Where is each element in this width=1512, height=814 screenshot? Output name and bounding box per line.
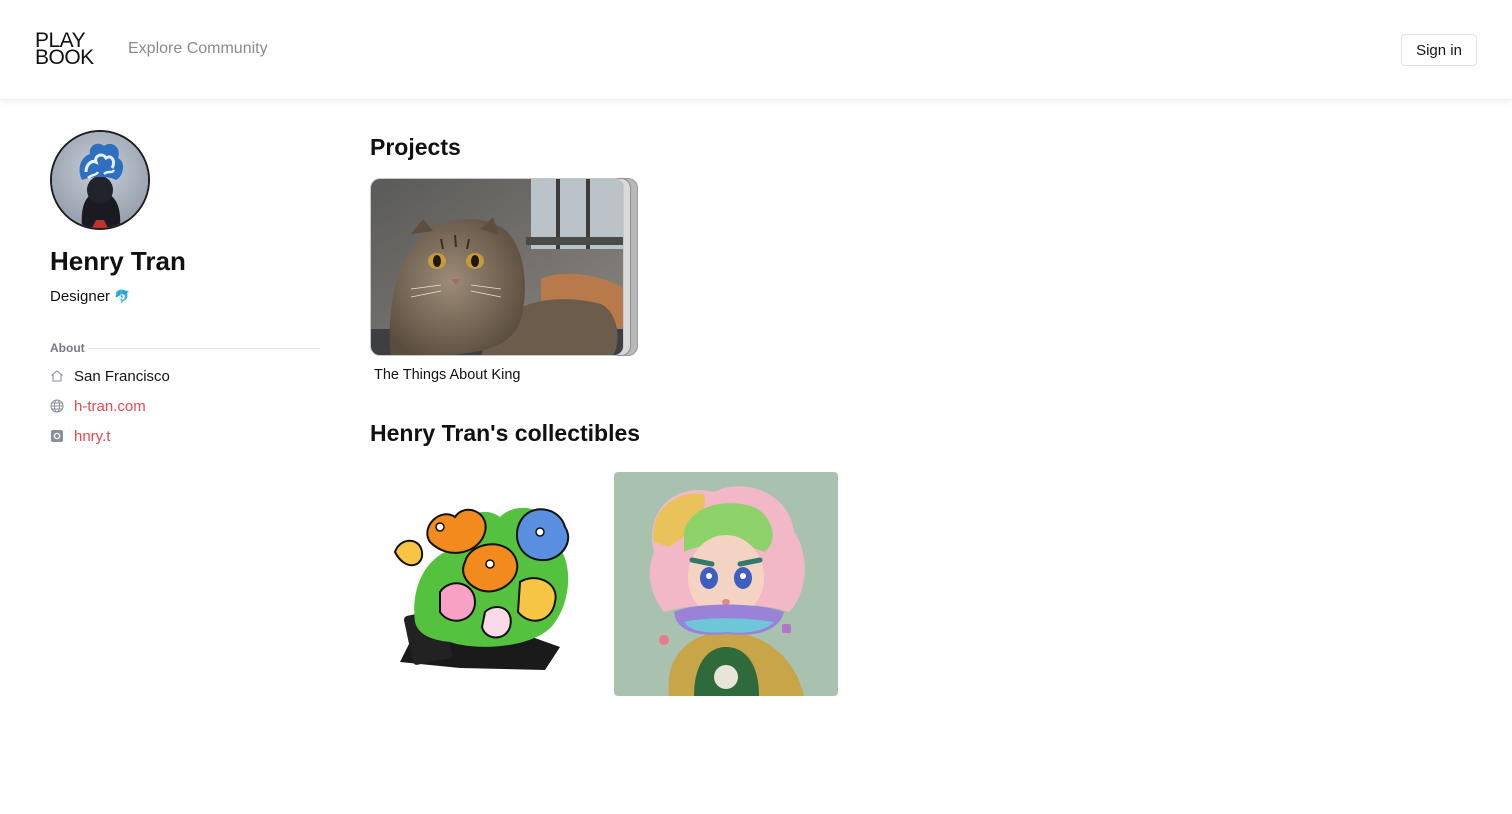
collectible-item[interactable]	[370, 472, 594, 696]
logo-line-2: BOOK	[35, 46, 94, 69]
sign-in-button[interactable]: Sign in	[1401, 34, 1477, 66]
collectible-item[interactable]	[614, 472, 838, 696]
profile-name: Henry Tran	[50, 246, 186, 276]
project-title[interactable]: The Things About King	[374, 367, 520, 383]
project-thumbnail	[370, 178, 624, 356]
location-text: San Francisco	[74, 367, 170, 385]
about-section-label: About	[50, 341, 85, 355]
about-divider	[88, 348, 320, 349]
explore-community-link[interactable]: Explore Community	[128, 40, 268, 58]
instagram-icon	[50, 429, 64, 443]
location-item: San Francisco	[50, 366, 170, 386]
dolphin-emoji-icon: 🐬	[114, 288, 131, 304]
website-text[interactable]: h-tran.com	[74, 398, 146, 415]
playbook-logo[interactable]: PLAY BOOK	[35, 30, 94, 69]
top-navbar: PLAY BOOK Explore Community Sign in	[0, 0, 1512, 100]
instagram-link[interactable]: hnry.t	[50, 426, 110, 446]
home-icon	[50, 369, 64, 383]
project-card[interactable]	[370, 178, 640, 358]
avatar	[50, 130, 150, 230]
collectibles-title: Henry Tran's collectibles	[370, 420, 641, 446]
profile-role-text: Designer	[50, 288, 111, 305]
instagram-text[interactable]: hnry.t	[74, 428, 110, 445]
website-link[interactable]: h-tran.com	[50, 396, 146, 416]
globe-icon	[50, 399, 64, 413]
projects-title: Projects	[370, 134, 461, 160]
profile-role: Designer 🐬	[50, 288, 130, 305]
